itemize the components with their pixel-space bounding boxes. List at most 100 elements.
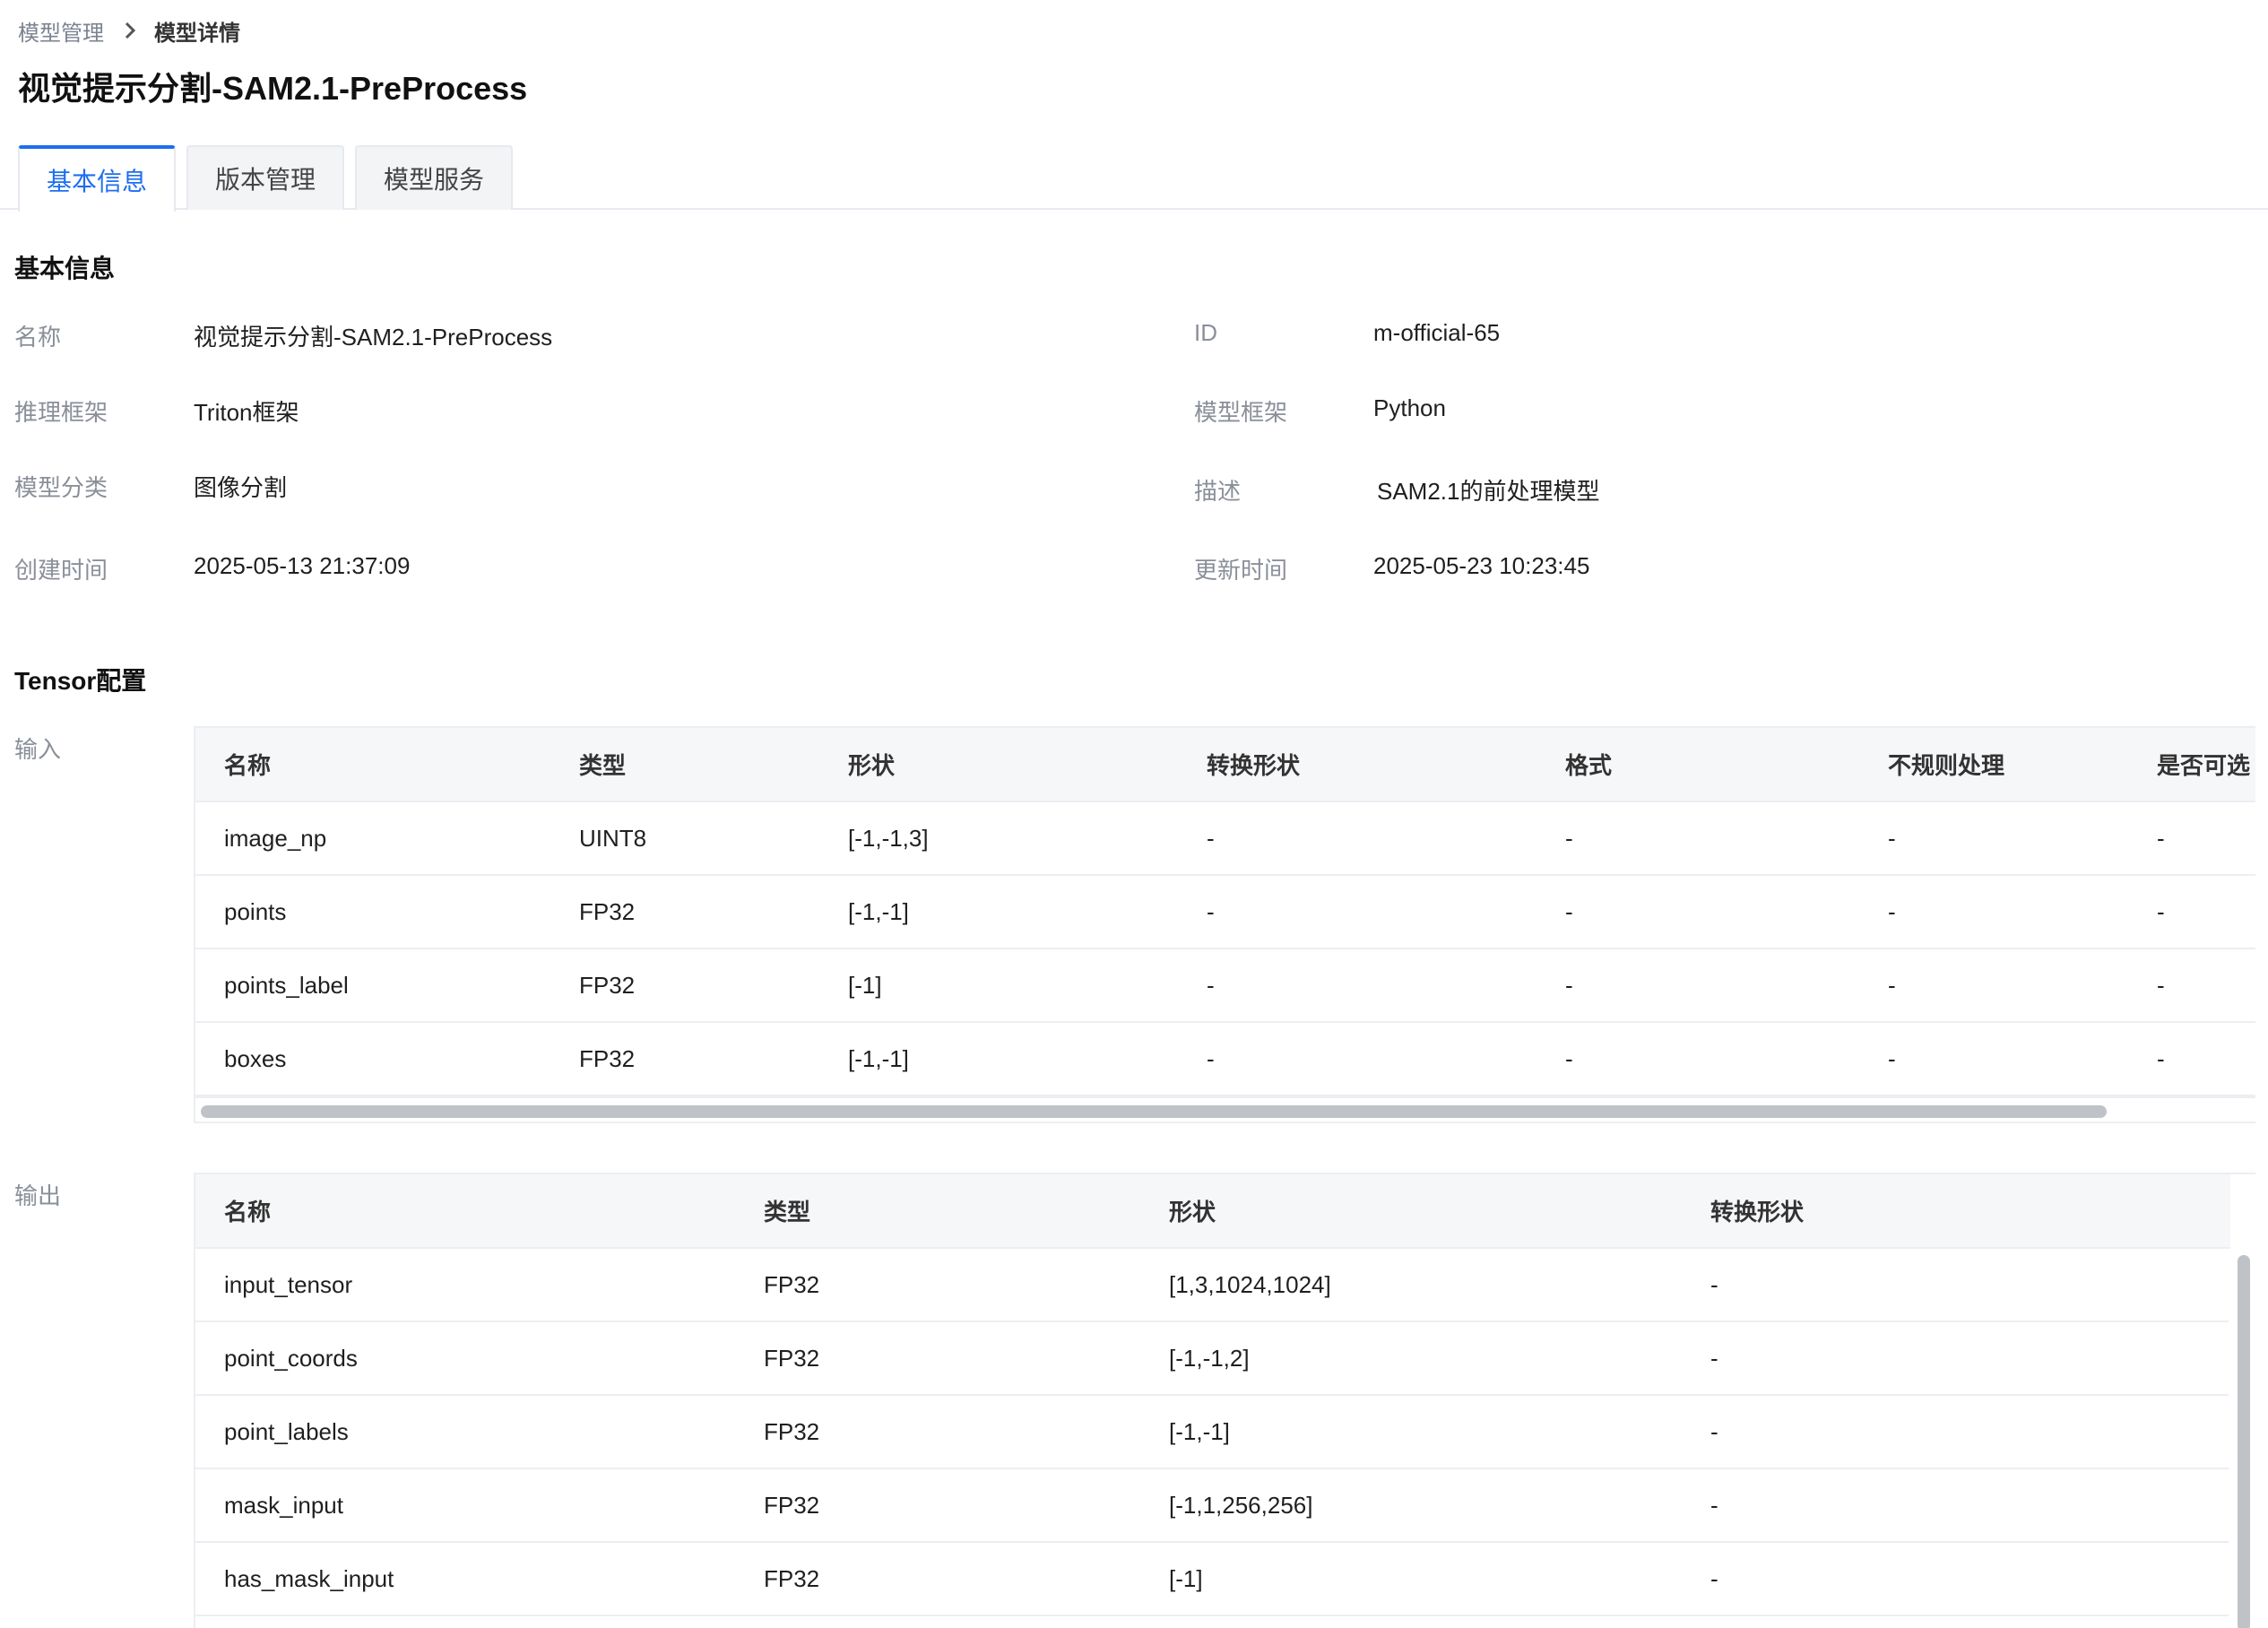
cell: - xyxy=(2128,948,2255,1023)
input-tensor-table: 名称 类型 形状 转换形状 格式 不规则处理 是否可选 image_np UIN… xyxy=(194,726,2255,1123)
input-col-name: 名称 xyxy=(195,728,550,802)
cell: boxes xyxy=(195,1022,550,1096)
cell: [1,3,1024,1024] xyxy=(1140,1248,1682,1322)
description-value: SAM2.1的前处理模型 xyxy=(1377,478,1600,505)
cell: [-1,-1] xyxy=(819,875,1178,949)
cell: - xyxy=(1178,875,1537,949)
name-label: 名称 xyxy=(14,324,62,351)
table-row: has_mask_input FP32 [-1] - xyxy=(195,1542,2230,1616)
cell: - xyxy=(1537,875,1859,949)
cell: points_label xyxy=(195,948,550,1023)
cell: [-1,-1,2] xyxy=(1140,1321,1682,1396)
output-tensor-table: 名称 类型 形状 转换形状 input_tensor FP32 [1,3,102… xyxy=(194,1173,2255,1628)
tab-basic-info[interactable]: 基本信息 xyxy=(18,145,176,212)
input-col-optional: 是否可选 xyxy=(2128,728,2255,802)
cell: FP32 xyxy=(550,1022,819,1096)
cell: FP32 xyxy=(735,1468,1140,1543)
model-detail-page: 模型管理 模型详情 视觉提示分割-SAM2.1-PreProcess 基本信息 … xyxy=(0,0,2268,1628)
input-col-ragged: 不规则处理 xyxy=(1859,728,2128,802)
cell: - xyxy=(1682,1248,2230,1322)
input-col-format: 格式 xyxy=(1537,728,1859,802)
cell: FP32 xyxy=(735,1321,1140,1396)
cell: input_tensor xyxy=(195,1248,735,1322)
cell: [-1] xyxy=(819,948,1178,1023)
input-table-horizontal-scrollbar[interactable] xyxy=(195,1096,2255,1121)
table-row: points FP32 [-1,-1] - - - - xyxy=(195,875,2255,949)
table-row: input_tensor FP32 [1,3,1024,1024] - xyxy=(195,1248,2230,1322)
cell: - xyxy=(1537,1022,1859,1096)
cell: FP32 xyxy=(550,948,819,1023)
infer-framework-value: Triton框架 xyxy=(194,399,299,426)
cell: [-1,-1,3] xyxy=(819,801,1178,876)
table-row: point_labels FP32 [-1,-1] - xyxy=(195,1395,2230,1469)
output-col-type: 类型 xyxy=(735,1174,1140,1249)
input-col-type: 类型 xyxy=(550,728,819,802)
cell: has_mask_input xyxy=(195,1542,735,1616)
cell: - xyxy=(1178,801,1537,876)
cell xyxy=(1140,1615,1682,1628)
vertical-scrollbar-thumb[interactable] xyxy=(2238,1255,2250,1628)
cell: - xyxy=(1682,1395,2230,1469)
cell: - xyxy=(1682,1468,2230,1543)
output-table-header: 名称 类型 形状 转换形状 xyxy=(195,1174,2230,1249)
input-label: 输入 xyxy=(14,736,62,763)
table-row: points_label FP32 [-1] - - - - xyxy=(195,948,2255,1023)
cell: - xyxy=(1859,948,2128,1023)
updated-time-value: 2025-05-23 10:23:45 xyxy=(1373,552,1590,579)
chevron-right-icon xyxy=(124,21,136,40)
model-framework-label: 模型框架 xyxy=(1194,399,1288,426)
description-label: 描述 xyxy=(1194,478,1242,505)
cell: - xyxy=(1537,948,1859,1023)
name-value: 视觉提示分割-SAM2.1-PreProcess xyxy=(194,324,553,351)
page-title: 视觉提示分割-SAM2.1-PreProcess xyxy=(18,70,528,107)
cell: [-1,1,256,256] xyxy=(1140,1468,1682,1543)
input-col-reshape: 转换形状 xyxy=(1178,728,1537,802)
cell: UINT8 xyxy=(550,801,819,876)
table-row: boxes FP32 [-1,-1] - - - - xyxy=(195,1022,2255,1096)
output-table-vertical-scrollbar[interactable] xyxy=(2229,1250,2255,1628)
horizontal-scrollbar-thumb[interactable] xyxy=(201,1105,2107,1118)
output-col-shape: 形状 xyxy=(1140,1174,1682,1249)
output-label: 输出 xyxy=(14,1182,62,1209)
cell: - xyxy=(1537,801,1859,876)
category-value: 图像分割 xyxy=(194,474,288,501)
cell: FP32 xyxy=(735,1542,1140,1616)
breadcrumb-current: 模型详情 xyxy=(154,21,240,46)
output-col-reshape: 转换形状 xyxy=(1682,1174,2230,1249)
cell: - xyxy=(1859,875,2128,949)
cell: - xyxy=(2128,801,2255,876)
tab-bar: 基本信息 版本管理 模型服务 xyxy=(0,145,2268,212)
updated-time-label: 更新时间 xyxy=(1194,557,1288,584)
table-row xyxy=(195,1615,2230,1628)
breadcrumb-model-management-link[interactable]: 模型管理 xyxy=(18,15,104,47)
cell xyxy=(735,1615,1140,1628)
tensor-config-section-title: Tensor配置 xyxy=(14,667,147,695)
cell: point_coords xyxy=(195,1321,735,1396)
cell: point_labels xyxy=(195,1395,735,1469)
id-label: ID xyxy=(1194,319,1217,346)
cell: - xyxy=(1682,1542,2230,1616)
tab-model-service[interactable]: 模型服务 xyxy=(355,145,513,210)
basic-info-section-title: 基本信息 xyxy=(14,255,116,282)
cell xyxy=(1682,1615,2230,1628)
table-row: point_coords FP32 [-1,-1,2] - xyxy=(195,1321,2230,1396)
cell: - xyxy=(1178,1022,1537,1096)
model-framework-value: Python xyxy=(1373,394,1446,421)
cell: [-1,-1] xyxy=(819,1022,1178,1096)
input-col-shape: 形状 xyxy=(819,728,1178,802)
cell: image_np xyxy=(195,801,550,876)
cell: - xyxy=(1859,801,2128,876)
cell: - xyxy=(2128,1022,2255,1096)
category-label: 模型分类 xyxy=(14,474,108,501)
tab-version-management[interactable]: 版本管理 xyxy=(186,145,344,210)
created-time-value: 2025-05-13 21:37:09 xyxy=(194,552,411,579)
output-col-name: 名称 xyxy=(195,1174,735,1249)
table-row: mask_input FP32 [-1,1,256,256] - xyxy=(195,1468,2230,1543)
cell: [-1] xyxy=(1140,1542,1682,1616)
cell: FP32 xyxy=(735,1248,1140,1322)
breadcrumb: 模型管理 模型详情 xyxy=(18,14,240,47)
input-table-header: 名称 类型 形状 转换形状 格式 不规则处理 是否可选 xyxy=(195,728,2255,802)
cell: - xyxy=(2128,875,2255,949)
cell: - xyxy=(1178,948,1537,1023)
id-value: m-official-65 xyxy=(1373,319,1501,346)
